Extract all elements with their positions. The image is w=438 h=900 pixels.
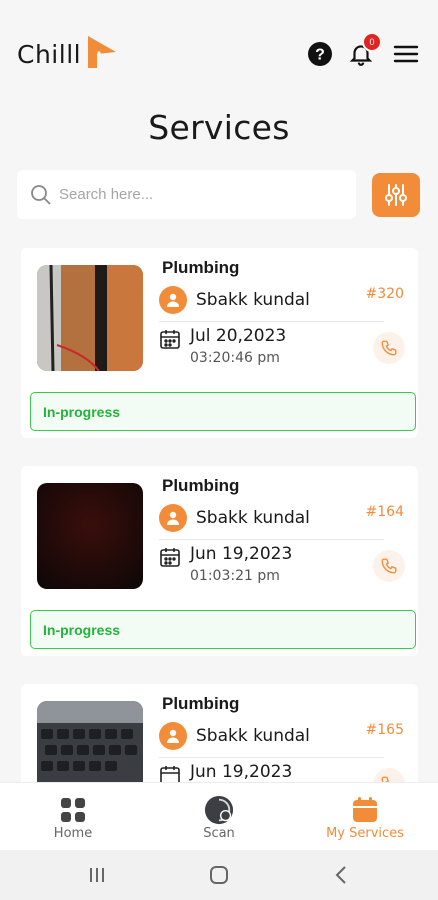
phone-call-button[interactable] (373, 332, 405, 364)
user-avatar-icon (159, 286, 187, 314)
system-navigation-bar (0, 850, 438, 900)
search-box[interactable] (17, 170, 356, 219)
divider (159, 321, 384, 322)
service-time: 01:03:21 pm (190, 568, 280, 584)
status-badge: In-progress (30, 392, 416, 431)
notification-badge: 0 (362, 32, 382, 52)
phone-icon (381, 558, 397, 574)
help-icon[interactable]: ? (306, 40, 334, 68)
nav-label: My Services (326, 826, 404, 841)
service-photo (37, 265, 143, 371)
phone-call-button[interactable] (373, 768, 405, 782)
notification-bell-icon[interactable]: 0 (347, 32, 382, 68)
recents-icon[interactable] (82, 863, 112, 887)
scan-icon (204, 795, 234, 825)
home-button-icon[interactable] (204, 863, 234, 887)
order-number: #165 (365, 722, 404, 738)
service-card[interactable]: Plumbing Sbakk kundal #165 Jun 19,2023 (21, 684, 418, 782)
service-photo (37, 483, 143, 589)
nav-my-services[interactable]: My Services (292, 783, 438, 851)
service-name: Plumbing (162, 694, 240, 713)
bottom-navigation: Home Scan My Services (0, 782, 438, 850)
divider (159, 757, 384, 758)
app-header: Chilll ? 0 (0, 0, 438, 100)
customer-name: Sbakk kundal (196, 726, 310, 746)
service-name: Plumbing (162, 258, 240, 277)
service-card[interactable]: Plumbing Sbakk kundal #164 Jun 19,2023 0… (21, 466, 418, 656)
phone-icon (381, 340, 397, 356)
nav-scan[interactable]: Scan (146, 783, 292, 851)
phone-call-button[interactable] (373, 550, 405, 582)
search-input[interactable] (59, 186, 319, 203)
order-number: #164 (365, 504, 404, 520)
service-date: Jun 19,2023 (190, 544, 293, 564)
sliders-icon (385, 184, 407, 206)
service-photo (37, 701, 143, 782)
filter-button[interactable] (372, 173, 420, 217)
search-icon (31, 184, 51, 205)
logo-play-icon (88, 36, 117, 68)
svg-text:?: ? (315, 47, 325, 64)
service-date: Jun 19,2023 (190, 762, 293, 782)
order-number: #320 (365, 286, 404, 302)
service-card[interactable]: Plumbing Sbakk kundal #320 Jul 20,2023 0… (21, 248, 418, 438)
nav-home[interactable]: Home (0, 783, 146, 851)
nav-label: Home (53, 826, 93, 841)
app-logo[interactable]: Chilll (17, 36, 119, 72)
services-list: Plumbing Sbakk kundal #320 Jul 20,2023 0… (0, 246, 438, 782)
user-avatar-icon (159, 504, 187, 532)
customer-name: Sbakk kundal (196, 508, 310, 528)
page-title: Services (148, 108, 290, 147)
logo-text: Chilll (17, 39, 82, 69)
calendar-icon (160, 330, 180, 349)
service-date: Jul 20,2023 (190, 326, 287, 346)
user-avatar-icon (159, 722, 187, 750)
nav-label: Scan (203, 826, 235, 841)
calendar-icon (160, 766, 180, 782)
grid-icon (61, 798, 85, 822)
phone-icon (381, 776, 390, 782)
calendar-icon (353, 797, 377, 822)
customer-name: Sbakk kundal (196, 290, 310, 310)
calendar-icon (160, 548, 180, 567)
divider (159, 539, 384, 540)
service-time: 03:20:46 pm (190, 350, 280, 366)
service-name: Plumbing (162, 476, 240, 495)
back-icon[interactable] (326, 863, 356, 887)
hamburger-menu-icon[interactable] (392, 40, 420, 68)
status-badge: In-progress (30, 610, 416, 649)
